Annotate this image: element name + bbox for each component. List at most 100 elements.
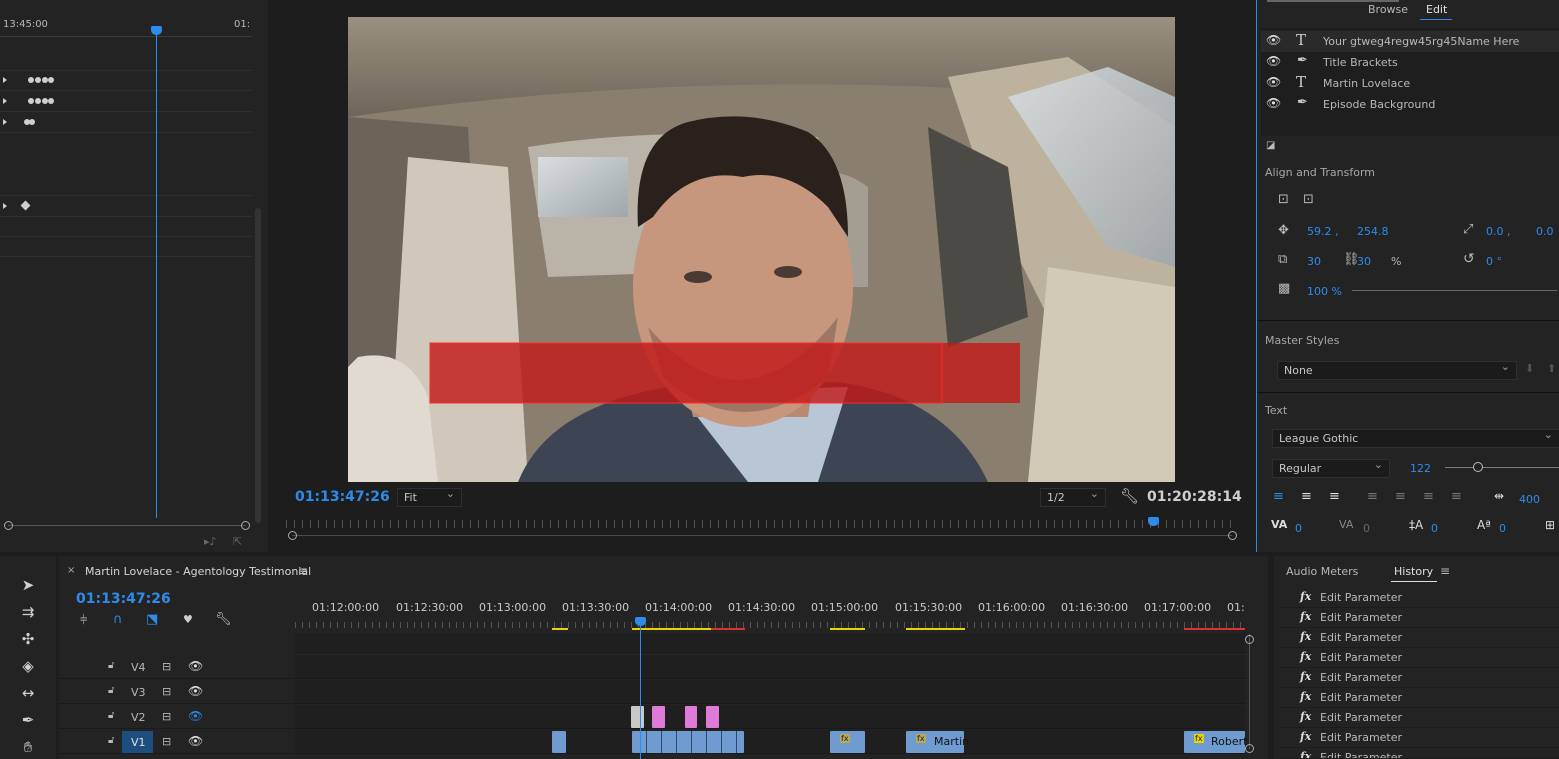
history-item[interactable]: fx Edit Parameter — [1280, 668, 1559, 688]
snap-magnet-icon[interactable]: ∩ — [113, 612, 123, 627]
scale-width[interactable]: 30 — [1307, 255, 1321, 268]
align-center-icon[interactable]: ≡ — [1301, 489, 1312, 504]
sync-lock-icon[interactable]: ⊟ — [162, 660, 171, 673]
eye-icon[interactable]: 👁︎ — [1266, 54, 1281, 68]
keyframe-icon[interactable] — [35, 77, 41, 83]
history-item[interactable]: fx Edit Parameter — [1280, 688, 1559, 708]
tab-edit[interactable]: Edit — [1426, 3, 1447, 16]
playhead-handle[interactable] — [151, 26, 162, 35]
monitor-zoom-left[interactable] — [288, 531, 297, 540]
hand-tool-icon[interactable]: ✋︎ — [16, 738, 40, 759]
clip[interactable] — [685, 706, 697, 728]
ripple-edit-tool-icon[interactable]: ✣ — [16, 630, 40, 652]
clip-group[interactable] — [632, 731, 744, 753]
kerning-value[interactable]: 0 — [1295, 522, 1302, 535]
monitor-ruler[interactable] — [286, 520, 1232, 528]
monitor-zoom-bar[interactable] — [292, 535, 1232, 536]
eye-icon[interactable]: 👁︎ — [1266, 75, 1281, 89]
zoom-dropdown[interactable]: Fit — [397, 487, 462, 507]
zoom-handle-right[interactable] — [241, 521, 250, 530]
anchor-y[interactable]: 0.0 — [1536, 225, 1554, 238]
history-item[interactable]: fx Edit Parameter — [1280, 728, 1559, 748]
sync-lock-icon[interactable]: ⊟ — [162, 685, 171, 698]
track-select-tool-icon[interactable]: ⇉ — [16, 603, 40, 625]
clip[interactable]: fx — [830, 731, 865, 753]
layer-row[interactable]: 👁︎ T Martin Lovelace — [1261, 73, 1559, 94]
new-layer-icon[interactable]: ◪ — [1266, 140, 1275, 151]
filter-icon[interactable]: ▸♪ — [204, 535, 217, 548]
opacity-slider[interactable] — [1352, 290, 1557, 291]
font-size-value[interactable]: 122 — [1410, 462, 1431, 475]
history-item[interactable]: fx Edit Parameter — [1280, 748, 1559, 759]
tab-browse[interactable]: Browse — [1368, 3, 1408, 16]
sync-lock-icon[interactable]: ⊟ — [162, 735, 171, 748]
lock-icon[interactable]: 🔓︎ — [108, 710, 114, 721]
export-icon[interactable]: ⇱ — [233, 535, 242, 548]
vertical-scrollbar[interactable] — [255, 208, 261, 523]
track-v2[interactable] — [295, 705, 1245, 729]
linked-selection-icon[interactable]: ⬔ — [146, 612, 158, 627]
font-dropdown[interactable]: League Gothic — [1272, 428, 1559, 448]
align-left-icon[interactable]: ≡ — [1273, 489, 1284, 504]
clip[interactable]: fx Robert — [1184, 731, 1247, 753]
slip-tool-icon[interactable]: ↔ — [16, 684, 40, 706]
tab-history[interactable]: History — [1394, 565, 1433, 578]
tracking-value[interactable]: 400 — [1519, 493, 1540, 506]
track-v3[interactable] — [295, 680, 1245, 704]
align-horizontal-center-icon[interactable]: ⊡ — [1303, 192, 1314, 207]
keyframe-icon[interactable] — [28, 98, 34, 104]
expand-arrow-icon[interactable] — [3, 77, 7, 83]
layer-row[interactable]: 👁︎ ✒︎ Title Brackets — [1261, 52, 1559, 73]
keyframe-icon[interactable] — [28, 77, 34, 83]
lock-icon[interactable]: 🔓︎ — [108, 685, 114, 696]
timeline-playhead-handle[interactable] — [635, 617, 646, 626]
history-item[interactable]: fx Edit Parameter — [1280, 608, 1559, 628]
video-frame[interactable] — [348, 17, 1175, 482]
pen-tool-icon[interactable]: ✒︎ — [16, 711, 40, 733]
add-marker-icon[interactable]: ♥ — [183, 613, 193, 626]
panel-menu-icon[interactable]: ≡ — [1440, 564, 1450, 578]
expand-arrow-icon[interactable] — [3, 98, 7, 104]
monitor-playhead[interactable] — [1148, 517, 1159, 526]
keyframe-icon[interactable] — [29, 119, 35, 125]
panel-menu-icon[interactable]: ≡ — [298, 564, 308, 578]
history-item[interactable]: fx Edit Parameter — [1280, 588, 1559, 608]
scroll-handle-top[interactable] — [1245, 635, 1254, 644]
expand-arrow-icon[interactable] — [3, 119, 7, 125]
timeline-vertical-scroll[interactable] — [1249, 634, 1250, 749]
font-style-dropdown[interactable]: Regular — [1272, 458, 1390, 478]
keyframe-icon[interactable] — [48, 98, 54, 104]
align-vertical-center-icon[interactable]: ⊡ — [1278, 192, 1289, 207]
font-size-slider[interactable] — [1445, 467, 1559, 468]
clip[interactable] — [552, 731, 566, 753]
justify-left-icon[interactable]: ≡ — [1367, 489, 1378, 504]
clip[interactable] — [706, 706, 719, 728]
opacity-value[interactable]: 100 % — [1307, 285, 1342, 298]
baseline-value[interactable]: 0 — [1431, 522, 1438, 535]
resolution-dropdown[interactable]: 1/2 — [1040, 487, 1106, 507]
clip[interactable]: fx Martin — [906, 731, 969, 753]
position-y[interactable]: 254.8 — [1357, 225, 1389, 238]
font-size-slider-handle[interactable] — [1473, 462, 1483, 472]
monitor-zoom-right[interactable] — [1228, 531, 1237, 540]
justify-right-icon[interactable]: ≡ — [1423, 489, 1434, 504]
tsume-value[interactable]: 0 — [1499, 522, 1506, 535]
scale-height[interactable]: 30 — [1357, 255, 1371, 268]
track-v1[interactable]: fx fx Martin fx Robert — [295, 730, 1247, 754]
align-right-icon[interactable]: ≡ — [1329, 489, 1340, 504]
eye-icon[interactable]: 👁︎ — [1266, 33, 1281, 47]
close-tab-icon[interactable]: × — [67, 565, 75, 576]
history-item[interactable]: fx Edit Parameter — [1280, 648, 1559, 668]
selection-tool-icon[interactable]: ➤ — [16, 576, 40, 598]
zoom-bar[interactable] — [8, 525, 246, 526]
eye-icon[interactable]: 👁︎ — [188, 659, 203, 673]
position-x[interactable]: 59.2 , — [1307, 225, 1339, 238]
timeline-current-time[interactable]: 01:13:47:26 — [76, 591, 171, 607]
master-styles-dropdown[interactable]: None — [1277, 360, 1517, 380]
expand-arrow-icon[interactable] — [3, 203, 7, 209]
keyframe-icon[interactable] — [35, 98, 41, 104]
tab-audio-meters[interactable]: Audio Meters — [1286, 565, 1358, 578]
razor-tool-icon[interactable]: ◈ — [16, 657, 40, 679]
eye-icon[interactable]: 👁︎ — [1266, 96, 1281, 110]
timeline-ruler-ticks[interactable] — [295, 622, 1245, 628]
